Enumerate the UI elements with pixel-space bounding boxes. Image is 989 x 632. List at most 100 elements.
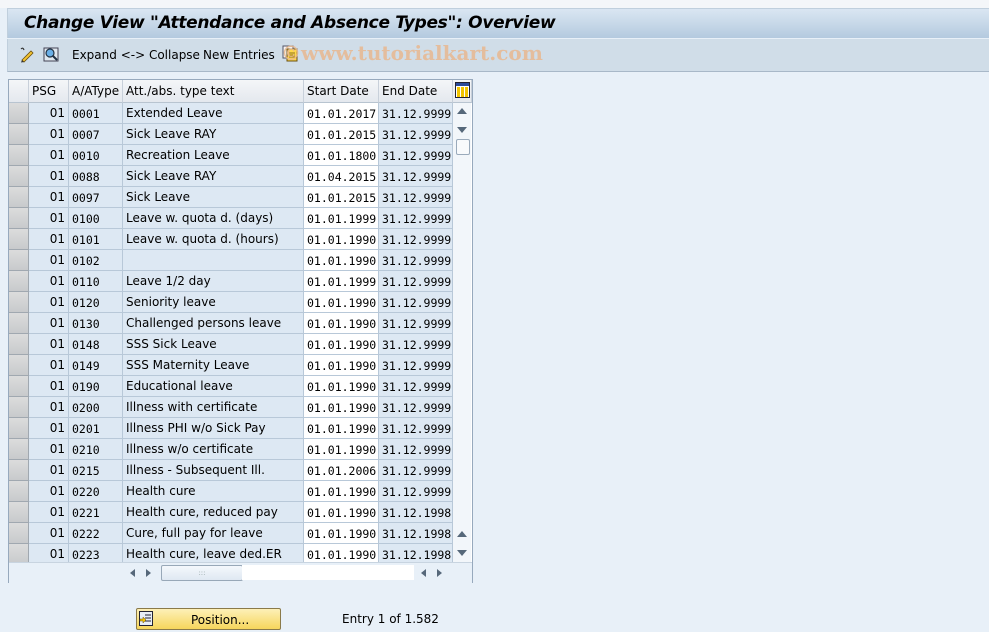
cell-psg: 01 [29, 481, 69, 502]
edit-pencil-icon[interactable] [18, 46, 35, 63]
cell-start-date[interactable]: 01.01.1990 [304, 418, 379, 439]
row-selector[interactable] [9, 334, 29, 355]
expand-collapse-button[interactable]: Expand <-> Collapse [72, 48, 200, 62]
row-selector[interactable] [9, 397, 29, 418]
cell-start-date[interactable]: 01.01.2017 [304, 103, 379, 124]
row-selector[interactable] [9, 292, 29, 313]
select-all-header[interactable] [9, 80, 29, 103]
cell-psg: 01 [29, 208, 69, 229]
table-row[interactable]: 01 0102 01.01.1990 31.12.9999 [9, 250, 453, 271]
table-row[interactable]: 01 0110 Leave 1/2 day 01.01.1999 31.12.9999 [9, 271, 453, 292]
horizontal-scroll-thumb[interactable]: ::: [161, 565, 243, 581]
cell-aatype: 0200 [69, 397, 123, 418]
column-header-text[interactable]: Att./abs. type text [123, 80, 304, 103]
table-row[interactable]: 01 0097 Sick Leave 01.01.2015 31.12.9999 [9, 187, 453, 208]
cell-start-date[interactable]: 01.01.1999 [304, 208, 379, 229]
cell-start-date[interactable]: 01.01.1990 [304, 313, 379, 334]
cell-start-date[interactable]: 01.01.1990 [304, 523, 379, 544]
table-row[interactable]: 01 0100 Leave w. quota d. (days) 01.01.1999… [9, 208, 453, 229]
column-header-psg[interactable]: PSG [29, 80, 69, 103]
cell-start-date[interactable]: 01.01.1990 [304, 481, 379, 502]
table-row[interactable]: 01 0222 Cure, full pay for leave 01.01.1990… [9, 523, 453, 544]
cell-start-date[interactable]: 01.01.1990 [304, 250, 379, 271]
new-entries-button[interactable]: New Entries [203, 48, 275, 62]
horizontal-scrollbar[interactable]: ::: [9, 562, 472, 583]
table-row[interactable]: 01 0221 Health cure, reduced pay 01.01.1990… [9, 502, 453, 523]
scroll-page-down-arrow-icon[interactable] [457, 550, 467, 556]
table-row[interactable]: 01 0215 Illness - Subsequent Ill. 01.01.200… [9, 460, 453, 481]
row-selector[interactable] [9, 313, 29, 334]
row-selector[interactable] [9, 523, 29, 544]
table-row[interactable]: 01 0101 Leave w. quota d. (hours) 01.01.199… [9, 229, 453, 250]
row-selector[interactable] [9, 103, 29, 124]
row-selector[interactable] [9, 460, 29, 481]
column-header-aatype[interactable]: A/AType [69, 80, 123, 103]
row-selector[interactable] [9, 229, 29, 250]
row-selector[interactable] [9, 166, 29, 187]
vertical-scrollbar[interactable] [453, 103, 471, 562]
row-selector[interactable] [9, 271, 29, 292]
watermark: ©www.tutorialkart.com [281, 41, 543, 65]
column-header-start-date[interactable]: Start Date [304, 80, 379, 103]
scroll-right-arrow-2-icon[interactable] [437, 569, 442, 577]
row-selector[interactable] [9, 376, 29, 397]
display-magnifier-icon[interactable] [43, 46, 60, 63]
cell-start-date[interactable]: 01.01.2006 [304, 460, 379, 481]
cell-start-date[interactable]: 01.01.1990 [304, 229, 379, 250]
cell-psg: 01 [29, 229, 69, 250]
row-selector[interactable] [9, 355, 29, 376]
table-row[interactable]: 01 0148 SSS Sick Leave 01.01.1990 31.12.9999 [9, 334, 453, 355]
cell-end-date: 31.12.9999 [379, 250, 453, 271]
row-selector[interactable] [9, 145, 29, 166]
cell-start-date[interactable]: 01.01.1999 [304, 271, 379, 292]
cell-start-date[interactable]: 01.01.1990 [304, 376, 379, 397]
cell-start-date[interactable]: 01.01.2015 [304, 124, 379, 145]
table-row[interactable]: 01 0130 Challenged persons leave 01.01.1990… [9, 313, 453, 334]
row-selector[interactable] [9, 250, 29, 271]
scroll-page-up-arrow-icon[interactable] [457, 531, 467, 537]
cell-start-date[interactable]: 01.04.2015 [304, 166, 379, 187]
table-row[interactable]: 01 0149 SSS Maternity Leave 01.01.1990 31.12… [9, 355, 453, 376]
cell-start-date[interactable]: 01.01.1990 [304, 397, 379, 418]
scroll-up-arrow-icon[interactable] [457, 108, 467, 114]
cell-start-date[interactable]: 01.01.1990 [304, 502, 379, 523]
cell-text: Extended Leave [123, 103, 304, 124]
application-toolbar: Expand <-> Collapse New Entries ©www.tut… [7, 39, 989, 72]
column-header-end-date[interactable]: End Date [379, 80, 453, 103]
table-row[interactable]: 01 0088 Sick Leave RAY 01.04.2015 31.12.9999 [9, 166, 453, 187]
scroll-right-arrow-icon[interactable] [146, 569, 151, 577]
table-row[interactable]: 01 0010 Recreation Leave 01.01.1800 31.12.99… [9, 145, 453, 166]
row-selector[interactable] [9, 187, 29, 208]
column-settings-button[interactable] [453, 80, 472, 103]
position-button[interactable]: Position... [136, 608, 281, 630]
row-selector[interactable] [9, 439, 29, 460]
cell-start-date[interactable]: 01.01.2015 [304, 187, 379, 208]
scroll-down-arrow-icon[interactable] [457, 127, 467, 133]
table-row[interactable]: 01 0120 Seniority leave 01.01.1990 31.12.999… [9, 292, 453, 313]
table-row[interactable]: 01 0200 Illness with certificate 01.01.1990… [9, 397, 453, 418]
table-row[interactable]: 01 0190 Educational leave 01.01.1990 31.12.9… [9, 376, 453, 397]
cell-end-date: 31.12.9999 [379, 334, 453, 355]
row-selector[interactable] [9, 124, 29, 145]
cell-aatype: 0215 [69, 460, 123, 481]
cell-start-date[interactable]: 01.01.1990 [304, 355, 379, 376]
row-selector[interactable] [9, 481, 29, 502]
table-row[interactable]: 01 0001 Extended Leave 01.01.2017 31.12.9999 [9, 103, 453, 124]
row-selector[interactable] [9, 502, 29, 523]
scroll-left-arrow-2-icon[interactable] [421, 569, 426, 577]
horizontal-scroll-track[interactable] [242, 565, 414, 580]
scroll-thumb[interactable] [456, 139, 470, 155]
row-selector[interactable] [9, 208, 29, 229]
cell-aatype: 0220 [69, 481, 123, 502]
cell-start-date[interactable]: 01.01.1990 [304, 334, 379, 355]
table-row[interactable]: 01 0201 Illness PHI w/o Sick Pay 01.01.1990… [9, 418, 453, 439]
table-row[interactable]: 01 0220 Health cure 01.01.1990 31.12.9999 [9, 481, 453, 502]
scroll-left-arrow-icon[interactable] [130, 569, 135, 577]
cell-start-date[interactable]: 01.01.1800 [304, 145, 379, 166]
table-row[interactable]: 01 0007 Sick Leave RAY 01.01.2015 31.12.9999 [9, 124, 453, 145]
row-selector[interactable] [9, 418, 29, 439]
cell-text: Illness - Subsequent Ill. [123, 460, 304, 481]
cell-start-date[interactable]: 01.01.1990 [304, 292, 379, 313]
table-row[interactable]: 01 0210 Illness w/o certificate 01.01.1990 3… [9, 439, 453, 460]
cell-start-date[interactable]: 01.01.1990 [304, 439, 379, 460]
